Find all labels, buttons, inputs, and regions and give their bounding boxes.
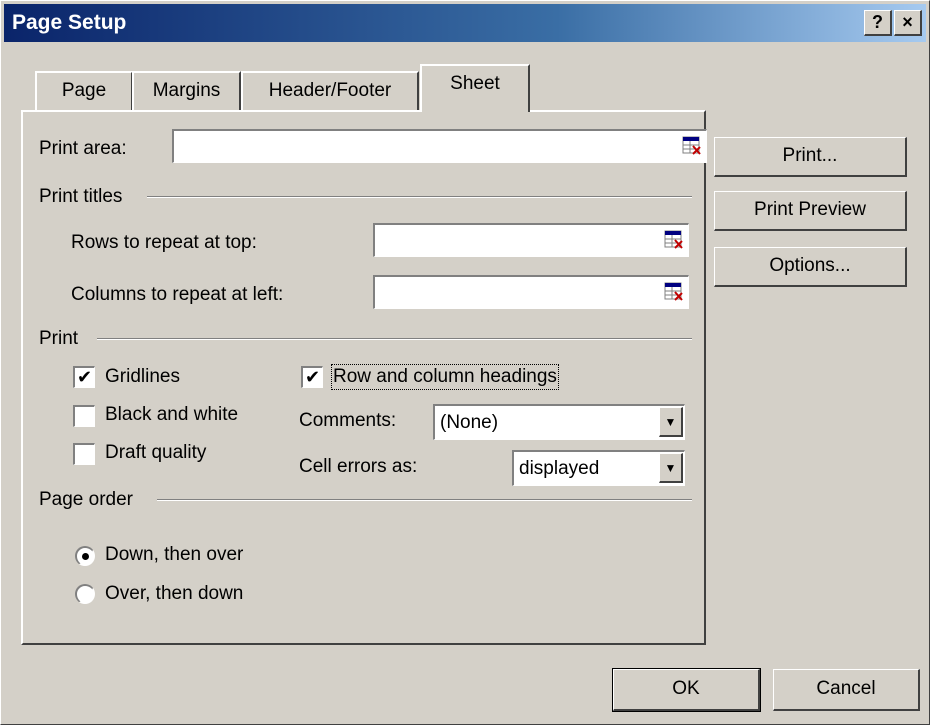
over-then-down-radio[interactable] [75,584,95,604]
ok-button[interactable]: OK [612,668,761,712]
draft-quality-label[interactable]: Draft quality [105,442,206,464]
row-column-headings-checkbox[interactable]: ✔ [301,366,323,388]
close-button[interactable]: × [894,10,922,36]
tab-sheet[interactable]: Sheet [420,64,530,112]
down-then-over-label[interactable]: Down, then over [105,544,243,566]
options-button[interactable]: Options... [714,247,907,287]
help-button[interactable]: ? [864,10,892,36]
over-then-down-label[interactable]: Over, then down [105,583,243,605]
print-titles-divider [147,196,692,198]
dialog-title: Page Setup [12,11,127,34]
print-preview-button[interactable]: Print Preview [714,191,907,231]
tab-header-footer[interactable]: Header/Footer [241,71,419,111]
print-button[interactable]: Print... [714,137,907,177]
rows-to-repeat-field[interactable] [373,223,689,257]
draft-quality-checkbox[interactable] [73,443,95,465]
title-bar[interactable]: Page Setup ? × [4,4,926,42]
cancel-button[interactable]: Cancel [773,669,920,711]
comments-select[interactable]: (None) ▼ [433,404,685,440]
print-divider [97,338,692,340]
black-and-white-label[interactable]: Black and white [105,404,238,426]
gridlines-checkbox[interactable]: ✔ [73,366,95,388]
tab-margins[interactable]: Margins [132,71,241,111]
black-and-white-checkbox[interactable] [73,405,95,427]
collapse-dialog-icon[interactable] [663,281,685,303]
sheet-tab-panel: Print area: Print titles Rows to repeat … [21,110,707,645]
rows-to-repeat-label: Rows to repeat at top: [71,232,257,253]
collapse-dialog-icon[interactable] [681,135,703,157]
print-area-label: Print area: [39,138,127,159]
print-group-label: Print [39,328,79,349]
cell-errors-label: Cell errors as: [299,456,418,477]
tab-page[interactable]: Page [35,71,133,111]
row-column-headings-label[interactable]: Row and column headings [331,364,559,390]
print-area-field[interactable] [172,129,707,163]
page-order-divider [157,499,692,501]
down-then-over-radio[interactable] [75,546,95,566]
page-setup-dialog: Page Setup ? × Page Margins Header/Foote… [0,0,930,725]
cell-errors-value: displayed [519,458,600,479]
print-titles-group-label: Print titles [39,186,123,207]
comments-value: (None) [440,412,499,433]
columns-to-repeat-label: Columns to repeat at left: [71,284,284,305]
columns-to-repeat-field[interactable] [373,275,689,309]
chevron-down-icon[interactable]: ▼ [659,453,683,483]
gridlines-label[interactable]: Gridlines [105,366,180,388]
page-order-group-label: Page order [39,489,134,510]
chevron-down-icon[interactable]: ▼ [659,407,683,437]
collapse-dialog-icon[interactable] [663,229,685,251]
comments-label: Comments: [299,410,397,431]
cell-errors-select[interactable]: displayed ▼ [512,450,685,486]
